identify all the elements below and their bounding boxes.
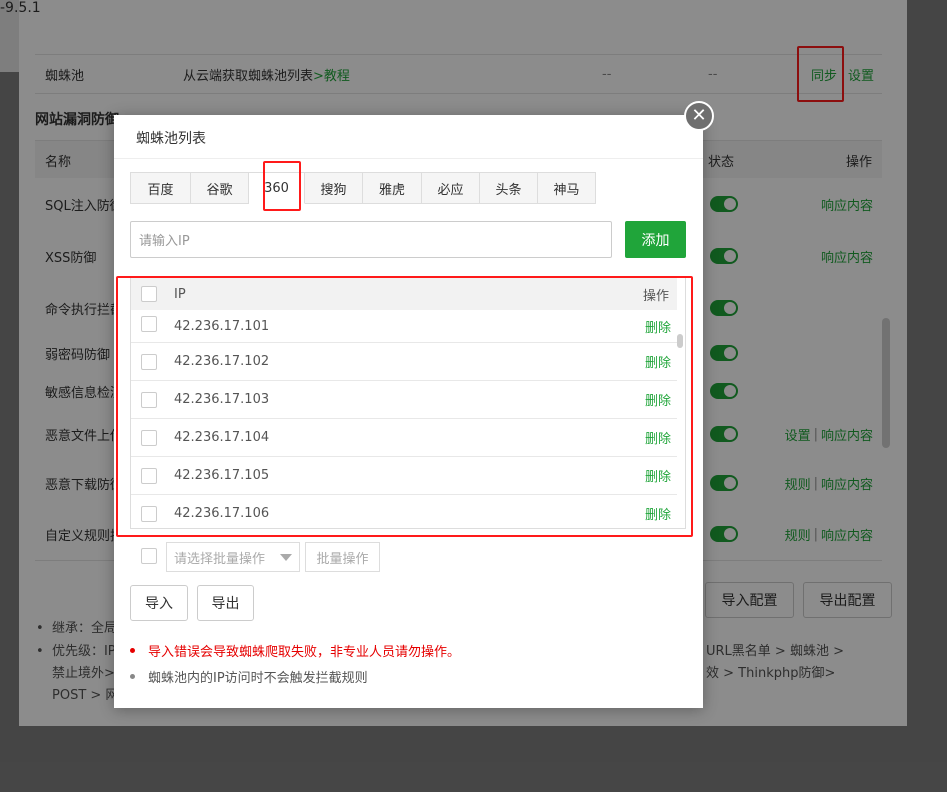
ip-list-highlight-box bbox=[116, 276, 693, 537]
modal-title: 蜘蛛池列表 bbox=[136, 131, 206, 147]
caret-down-icon bbox=[280, 554, 292, 561]
search-engine-tabs: 百度 谷歌 360 搜狗 雅虎 必应 头条 神马 bbox=[130, 172, 596, 204]
export-button[interactable]: 导出 bbox=[197, 585, 254, 621]
batch-checkbox[interactable] bbox=[141, 548, 157, 564]
tab-toutiao[interactable]: 头条 bbox=[480, 172, 538, 204]
batch-action-select[interactable]: 请选择批量操作 bbox=[166, 542, 300, 572]
info-bullet bbox=[130, 674, 135, 679]
warning-bullet bbox=[130, 648, 135, 653]
tab-bing[interactable]: 必应 bbox=[422, 172, 480, 204]
ip-input[interactable]: 请输入IP bbox=[130, 221, 612, 258]
add-button[interactable]: 添加 bbox=[625, 221, 686, 258]
warning-note: 导入错误会导致蜘蛛爬取失败，非专业人员请勿操作。 bbox=[148, 645, 461, 660]
tab-baidu[interactable]: 百度 bbox=[131, 172, 191, 204]
batch-select-placeholder: 请选择批量操作 bbox=[174, 551, 266, 567]
batch-action-button[interactable]: 批量操作 bbox=[305, 542, 380, 572]
info-note: 蜘蛛池内的IP访问时不会触发拦截规则 bbox=[148, 671, 368, 686]
tab-360-highlight-box bbox=[263, 161, 301, 211]
tab-sogou[interactable]: 搜狗 bbox=[305, 172, 363, 204]
tab-google[interactable]: 谷歌 bbox=[191, 172, 249, 204]
tab-shenma[interactable]: 神马 bbox=[538, 172, 596, 204]
import-button[interactable]: 导入 bbox=[130, 585, 188, 621]
close-icon[interactable]: ✕ bbox=[684, 101, 714, 131]
tab-yahoo[interactable]: 雅虎 bbox=[363, 172, 422, 204]
modal-header-divider bbox=[114, 158, 703, 159]
